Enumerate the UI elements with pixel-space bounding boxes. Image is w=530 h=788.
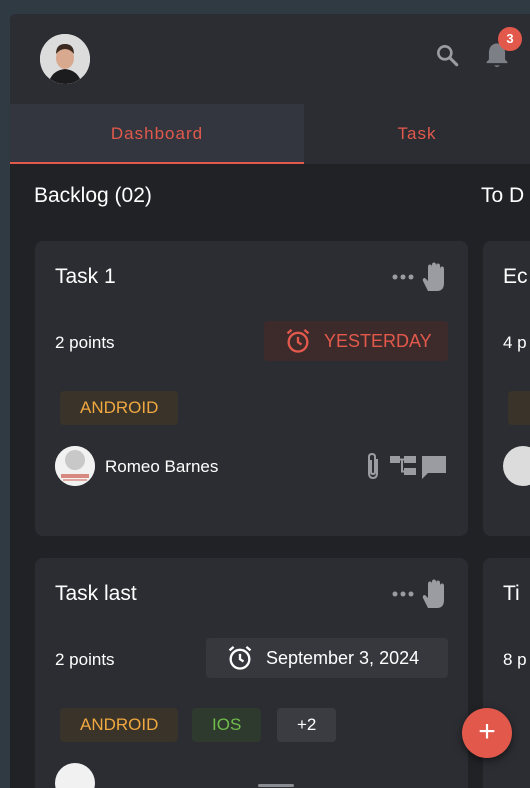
scroll-handle[interactable] [258, 784, 294, 787]
avatar [55, 446, 95, 486]
tag-android [508, 391, 530, 425]
tab-label: Dashboard [110, 124, 204, 143]
tag-android: ANDROID [60, 391, 179, 425]
tag-more[interactable]: +2 [277, 708, 337, 742]
tab-dashboard[interactable]: Dashboard [10, 104, 304, 164]
story-points: 2 points [55, 333, 115, 352]
assignee-name: Romeo Barnes [105, 457, 219, 476]
card-title: Task 1 [55, 265, 116, 288]
avatar [503, 446, 530, 486]
attachment-icon[interactable] [363, 451, 383, 481]
due-date-label: September 3, 2024 [266, 647, 420, 668]
card-title: Ec [503, 265, 528, 288]
avatar [55, 763, 95, 788]
subtask-icon[interactable] [390, 454, 418, 478]
app-window: 3 Dashboard Task Backlog (02) To D Task … [10, 14, 530, 788]
user-avatar[interactable] [40, 34, 90, 84]
tag-android: ANDROID [60, 708, 179, 742]
comment-icon[interactable] [420, 453, 448, 481]
app-header: 3 Dashboard Task [10, 14, 530, 164]
add-icon: + [478, 715, 496, 748]
story-points: 4 p [503, 333, 527, 352]
card-title: Ti [503, 582, 520, 605]
task-card[interactable]: Task last 2 points September 3, 2024 AND… [35, 558, 468, 788]
tab-bar: Dashboard Task [10, 104, 530, 164]
alarm-icon [226, 644, 254, 672]
due-date-badge[interactable]: September 3, 2024 [206, 638, 448, 678]
tab-task[interactable]: Task [304, 104, 530, 164]
tab-label: Task [397, 124, 437, 143]
alarm-icon [284, 327, 312, 355]
column-title-backlog: Backlog (02) [34, 184, 152, 207]
task-card-peek[interactable]: Ec 4 p [483, 241, 530, 536]
due-date-badge[interactable]: YESTERDAY [264, 321, 448, 361]
drag-hand-icon[interactable] [419, 578, 449, 610]
card-title: Task last [55, 582, 137, 605]
add-task-button[interactable]: + [462, 708, 512, 758]
more-icon[interactable] [392, 273, 414, 281]
tag-ios: IOS [192, 708, 262, 742]
column-title-todo: To D [481, 184, 525, 207]
more-icon[interactable] [392, 590, 414, 598]
drag-hand-icon[interactable] [419, 261, 449, 293]
task-card[interactable]: Task 1 2 points YESTERDAY ANDROID Romeo … [35, 241, 468, 536]
search-icon[interactable] [434, 42, 460, 68]
story-points: 8 p [503, 650, 527, 669]
story-points: 2 points [55, 650, 115, 669]
due-date-label: YESTERDAY [324, 330, 432, 351]
notification-badge: 3 [498, 27, 522, 51]
